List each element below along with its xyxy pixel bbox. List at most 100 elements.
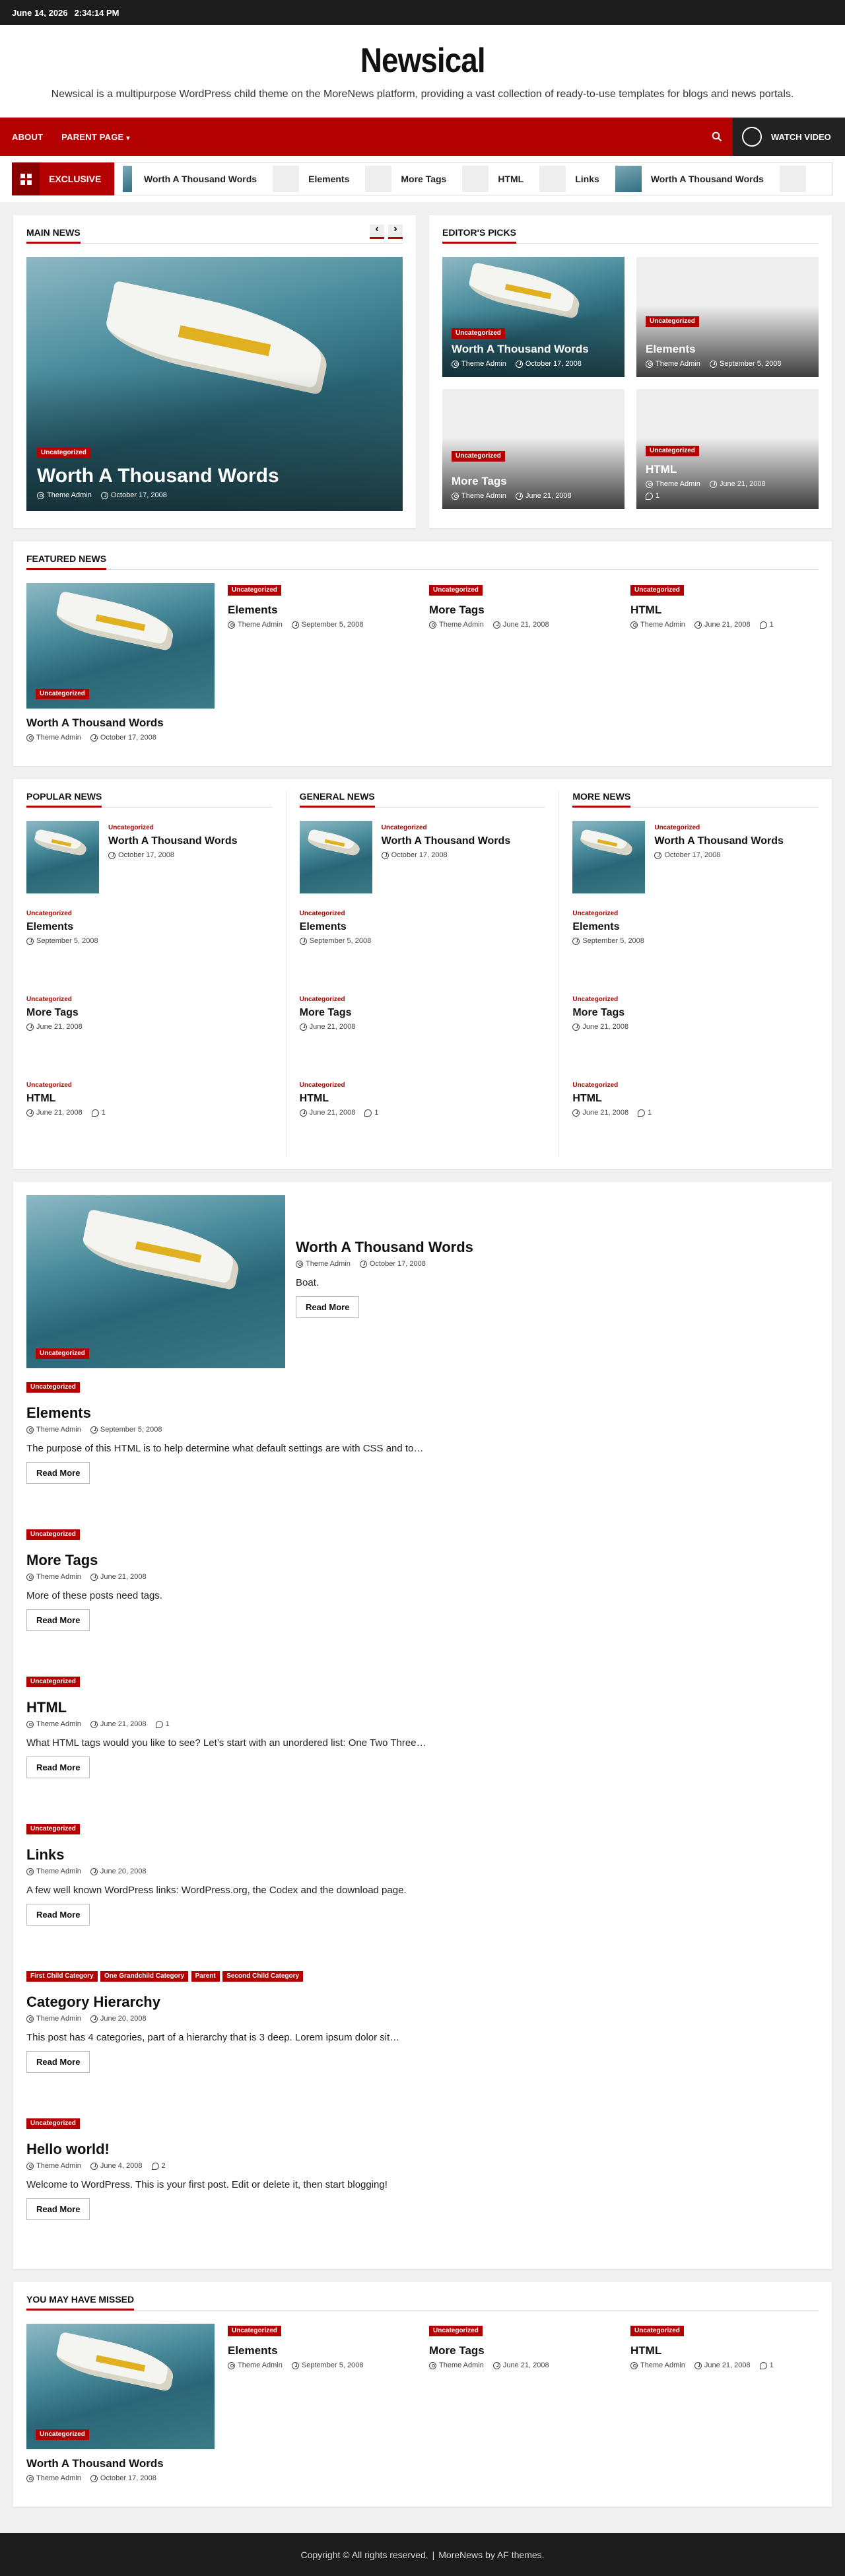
post-title[interactable]: Worth A Thousand Words xyxy=(26,716,215,730)
category-badge[interactable]: Uncategorized xyxy=(429,585,483,596)
category-badge[interactable]: Uncategorized xyxy=(228,2326,281,2336)
slider-prev-button[interactable]: ‹ xyxy=(370,223,384,239)
post-thumbnail[interactable]: Uncategorized xyxy=(26,583,215,709)
comment-count[interactable]: 1 xyxy=(656,492,659,500)
comment-count[interactable]: 1 xyxy=(374,1109,378,1117)
comment-count[interactable]: 1 xyxy=(102,1109,106,1117)
category-badge[interactable]: Uncategorized xyxy=(36,2429,89,2440)
comment-count[interactable]: 1 xyxy=(770,621,774,629)
ticker-item[interactable]: More Tags xyxy=(357,163,454,195)
category-badge[interactable]: Uncategorized xyxy=(646,316,699,327)
post-title[interactable]: Elements xyxy=(26,921,273,933)
post-author[interactable]: Theme Admin xyxy=(238,2361,283,2369)
post-author[interactable]: Theme Admin xyxy=(439,2361,484,2369)
post-title[interactable]: Worth A Thousand Words xyxy=(296,1239,473,1256)
category-link[interactable]: Uncategorized xyxy=(26,1082,72,1089)
post-author[interactable]: Theme Admin xyxy=(640,621,685,629)
post-author[interactable]: Theme Admin xyxy=(36,1867,81,1875)
post-title[interactable]: Elements xyxy=(228,2344,416,2357)
post-title[interactable]: HTML xyxy=(26,1699,819,1716)
category-badge[interactable]: Uncategorized xyxy=(37,448,90,458)
post-title[interactable]: More Tags xyxy=(300,1007,546,1019)
post-title[interactable]: Elements xyxy=(228,604,416,617)
post-title[interactable]: More Tags xyxy=(26,1007,273,1019)
post-author[interactable]: Theme Admin xyxy=(439,621,484,629)
category-badge[interactable]: Uncategorized xyxy=(36,1348,89,1359)
category-badge[interactable]: Uncategorized xyxy=(26,1677,80,1687)
post-title[interactable]: HTML xyxy=(630,604,819,617)
watch-video-button[interactable]: WATCH VIDEO xyxy=(733,118,845,156)
category-link[interactable]: Uncategorized xyxy=(26,996,72,1003)
post-author[interactable]: Theme Admin xyxy=(36,1573,81,1581)
post-title[interactable]: Hello world! xyxy=(26,2141,819,2158)
post-thumbnail[interactable]: Uncategorized xyxy=(26,2324,215,2449)
post-title[interactable]: Worth A Thousand Words xyxy=(37,465,396,487)
post-author[interactable]: Theme Admin xyxy=(656,480,700,488)
category-link[interactable]: Uncategorized xyxy=(300,911,345,917)
post-title[interactable]: HTML xyxy=(646,463,812,476)
category-badge[interactable]: Uncategorized xyxy=(26,1824,80,1834)
post-author[interactable]: Theme Admin xyxy=(47,491,92,499)
category-link[interactable]: Uncategorized xyxy=(572,911,618,917)
post-author[interactable]: Theme Admin xyxy=(461,492,506,500)
post-thumbnail[interactable] xyxy=(572,821,646,893)
ticker-item[interactable] xyxy=(772,163,823,195)
category-badge[interactable]: Uncategorized xyxy=(26,1529,80,1540)
slider-next-button[interactable]: › xyxy=(388,223,403,239)
post-title[interactable]: More Tags xyxy=(26,1552,819,1569)
category-badge[interactable]: Uncategorized xyxy=(36,689,89,699)
category-badge[interactable]: Uncategorized xyxy=(429,2326,483,2336)
post-title[interactable]: Worth A Thousand Words xyxy=(108,835,238,847)
category-link[interactable]: Uncategorized xyxy=(572,996,618,1003)
post-author[interactable]: Theme Admin xyxy=(36,734,81,742)
read-more-button[interactable]: Read More xyxy=(26,1462,90,1484)
post-thumbnail[interactable] xyxy=(26,821,99,893)
category-badge[interactable]: Uncategorized xyxy=(646,446,699,456)
editors-pick-card[interactable]: Uncategorized Elements Theme Admin Septem… xyxy=(636,257,819,377)
post-title[interactable]: Elements xyxy=(26,1405,819,1422)
post-author[interactable]: Theme Admin xyxy=(640,2361,685,2369)
post-title[interactable]: HTML xyxy=(26,1093,273,1105)
read-more-button[interactable]: Read More xyxy=(26,2198,90,2220)
category-link[interactable]: Uncategorized xyxy=(26,911,72,917)
post-title[interactable]: Elements xyxy=(300,921,546,933)
post-author[interactable]: Theme Admin xyxy=(656,360,700,368)
ticker-item[interactable]: Links xyxy=(531,163,607,195)
read-more-button[interactable]: Read More xyxy=(26,1757,90,1778)
post-author[interactable]: Theme Admin xyxy=(36,1426,81,1434)
comment-count[interactable]: 1 xyxy=(648,1109,652,1117)
post-author[interactable]: Theme Admin xyxy=(36,2474,81,2482)
ticker-item[interactable]: Worth A Thousand Words xyxy=(607,163,772,195)
comment-count[interactable]: 1 xyxy=(166,1720,170,1728)
post-author[interactable]: Theme Admin xyxy=(36,2015,81,2023)
post-title[interactable]: More Tags xyxy=(429,604,617,617)
post-thumbnail[interactable] xyxy=(299,821,372,893)
post-title[interactable]: HTML xyxy=(300,1093,546,1105)
category-badge[interactable]: First Child Category xyxy=(26,1971,98,1982)
post-thumbnail[interactable]: Uncategorized xyxy=(26,1195,285,1368)
comment-count[interactable]: 2 xyxy=(162,2162,166,2170)
post-author[interactable]: Theme Admin xyxy=(306,1260,351,1268)
ticker-item[interactable]: Elements xyxy=(265,163,357,195)
post-title[interactable]: Worth A Thousand Words xyxy=(26,2457,215,2470)
post-title[interactable]: More Tags xyxy=(572,1007,819,1019)
post-title[interactable]: More Tags xyxy=(429,2344,617,2357)
post-title[interactable]: Worth A Thousand Words xyxy=(654,835,784,847)
category-badge[interactable]: One Grandchild Category xyxy=(100,1971,189,1982)
category-badge[interactable]: Uncategorized xyxy=(228,585,281,596)
category-badge[interactable]: Parent xyxy=(191,1971,220,1982)
read-more-button[interactable]: Read More xyxy=(26,1904,90,1926)
editors-pick-card[interactable]: Uncategorized More Tags Theme Admin June … xyxy=(442,389,625,509)
ticker-item[interactable]: Worth A Thousand Words xyxy=(115,163,265,195)
editors-pick-card[interactable]: Uncategorized HTML Theme Admin June 21, 2… xyxy=(636,389,819,509)
post-title[interactable]: Worth A Thousand Words xyxy=(382,835,511,847)
category-badge[interactable]: Uncategorized xyxy=(630,585,684,596)
nav-item-about[interactable]: ABOUT xyxy=(12,132,43,142)
read-more-button[interactable]: Read More xyxy=(26,2051,90,2073)
category-badge[interactable]: Uncategorized xyxy=(26,2118,80,2129)
category-badge[interactable]: Uncategorized xyxy=(630,2326,684,2336)
post-title[interactable]: More Tags xyxy=(452,475,618,488)
read-more-button[interactable]: Read More xyxy=(26,1609,90,1631)
category-link[interactable]: Uncategorized xyxy=(654,825,700,831)
category-link[interactable]: Uncategorized xyxy=(300,1082,345,1089)
